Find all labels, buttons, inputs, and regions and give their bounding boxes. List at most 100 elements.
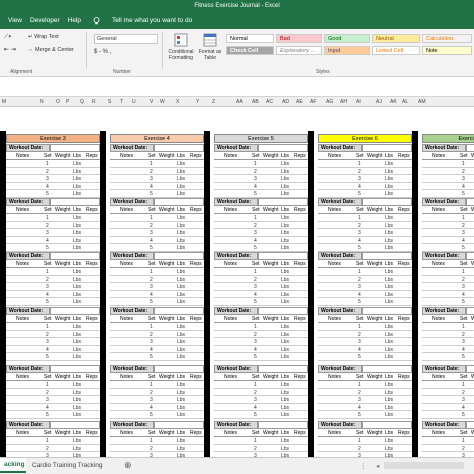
column-header[interactable]: AE bbox=[296, 99, 303, 105]
set-row[interactable]: 3Lbs bbox=[110, 175, 204, 183]
set-row[interactable]: 4Lbs bbox=[422, 404, 474, 411]
set-row[interactable]: 4Lbs bbox=[110, 237, 204, 244]
exercise-header[interactable]: Exercise 5 bbox=[214, 134, 308, 143]
set-row[interactable]: 1Lbs bbox=[214, 323, 308, 331]
workout-date-input[interactable] bbox=[258, 144, 308, 152]
set-row[interactable]: 5Lbs bbox=[422, 244, 474, 252]
set-row[interactable]: 2Lbs bbox=[422, 276, 474, 283]
column-header[interactable]: Z bbox=[212, 99, 215, 105]
set-row[interactable]: 2Lbs bbox=[110, 222, 204, 229]
tab-help[interactable]: Help bbox=[68, 17, 81, 24]
sheet-tab-active[interactable]: acking bbox=[0, 458, 26, 473]
set-row[interactable]: 4Lbs bbox=[318, 183, 412, 190]
set-row[interactable]: 4Lbs bbox=[318, 404, 412, 411]
set-row[interactable]: 2Lbs bbox=[214, 276, 308, 283]
exercise-header[interactable]: Exercise 4 bbox=[110, 134, 204, 143]
set-row[interactable]: 2Lbs bbox=[422, 331, 474, 338]
number-format-dropdown[interactable]: General bbox=[94, 34, 158, 44]
workout-date-input[interactable] bbox=[362, 307, 412, 315]
set-row[interactable]: 3Lbs bbox=[422, 396, 474, 404]
column-header[interactable]: AH bbox=[340, 99, 347, 105]
set-row[interactable]: 1Lbs bbox=[422, 437, 474, 445]
set-row[interactable]: 1Lbs bbox=[214, 268, 308, 276]
set-row[interactable]: 1Lbs bbox=[6, 437, 100, 445]
set-row[interactable]: 3Lbs bbox=[422, 283, 474, 291]
column-header[interactable]: X bbox=[176, 99, 179, 105]
set-row[interactable]: 1Lbs bbox=[6, 214, 100, 222]
set-row[interactable]: 1Lbs bbox=[110, 214, 204, 222]
set-row[interactable]: 1Lbs bbox=[318, 160, 412, 168]
workout-date-input[interactable] bbox=[154, 307, 204, 315]
exercise-header[interactable]: Exercise 3 bbox=[6, 134, 100, 143]
tab-developer[interactable]: Developer bbox=[30, 17, 60, 24]
set-row[interactable]: 4Lbs bbox=[318, 291, 412, 298]
column-header[interactable]: Y bbox=[196, 99, 199, 105]
set-row[interactable]: 3Lbs bbox=[422, 175, 474, 183]
column-header[interactable]: AG bbox=[326, 99, 333, 105]
conditional-formatting-button[interactable]: Conditional Formatting bbox=[166, 33, 196, 67]
merge-center-button[interactable]: ⇔ Merge & Center bbox=[28, 47, 74, 53]
workout-date-input[interactable] bbox=[466, 307, 474, 315]
set-row[interactable]: 2Lbs bbox=[110, 331, 204, 338]
set-row[interactable]: 4Lbs bbox=[422, 291, 474, 298]
set-row[interactable]: 5Lbs bbox=[318, 353, 412, 361]
set-row[interactable]: 5Lbs bbox=[422, 353, 474, 361]
sheet-tab-cardio[interactable]: Cardio Training Tracking bbox=[28, 458, 118, 473]
workout-date-input[interactable] bbox=[258, 252, 308, 260]
set-row[interactable]: 2Lbs bbox=[422, 389, 474, 396]
set-row[interactable]: 2Lbs bbox=[214, 168, 308, 175]
set-row[interactable]: 5Lbs bbox=[6, 298, 100, 306]
column-header[interactable]: AD bbox=[282, 99, 289, 105]
set-row[interactable]: 5Lbs bbox=[6, 244, 100, 252]
set-row[interactable]: 5Lbs bbox=[110, 190, 204, 198]
style-note[interactable]: Note bbox=[422, 46, 472, 55]
set-row[interactable]: 4Lbs bbox=[422, 183, 474, 190]
set-row[interactable]: 5Lbs bbox=[318, 190, 412, 198]
workout-date-input[interactable] bbox=[362, 421, 412, 429]
workout-date-input[interactable] bbox=[50, 144, 100, 152]
set-row[interactable]: 2Lbs bbox=[318, 222, 412, 229]
set-row[interactable]: 1Lbs bbox=[318, 268, 412, 276]
set-row[interactable]: 4Lbs bbox=[110, 346, 204, 353]
column-header[interactable]: AF bbox=[310, 99, 316, 105]
column-header[interactable]: AJ bbox=[376, 99, 382, 105]
style-linked-cell[interactable]: Linked Cell bbox=[372, 46, 420, 55]
set-row[interactable]: 1Lbs bbox=[110, 160, 204, 168]
set-row[interactable]: 2Lbs bbox=[6, 222, 100, 229]
set-row[interactable]: 2Lbs bbox=[6, 445, 100, 452]
set-row[interactable]: 3Lbs bbox=[110, 283, 204, 291]
set-row[interactable]: 2Lbs bbox=[318, 389, 412, 396]
set-row[interactable]: 3Lbs bbox=[422, 338, 474, 346]
set-row[interactable]: 5Lbs bbox=[110, 244, 204, 252]
set-row[interactable]: 5Lbs bbox=[214, 353, 308, 361]
set-row[interactable]: 2Lbs bbox=[318, 276, 412, 283]
workout-date-input[interactable] bbox=[50, 198, 100, 206]
set-row[interactable]: 4Lbs bbox=[110, 291, 204, 298]
set-row[interactable]: 4Lbs bbox=[318, 237, 412, 244]
workout-date-input[interactable] bbox=[50, 365, 100, 373]
column-header[interactable]: M bbox=[2, 99, 6, 105]
set-row[interactable]: 1Lbs bbox=[318, 323, 412, 331]
style-normal[interactable]: Normal bbox=[226, 34, 274, 43]
set-row[interactable]: 2Lbs bbox=[318, 331, 412, 338]
set-row[interactable]: 2Lbs bbox=[214, 331, 308, 338]
set-row[interactable]: 1Lbs bbox=[422, 323, 474, 331]
workout-date-input[interactable] bbox=[362, 365, 412, 373]
orientation-icon[interactable]: ⟋▾ bbox=[4, 34, 11, 41]
set-row[interactable]: 3Lbs bbox=[318, 229, 412, 237]
set-row[interactable]: 1Lbs bbox=[110, 437, 204, 445]
set-row[interactable]: 1Lbs bbox=[110, 381, 204, 389]
set-row[interactable]: 5Lbs bbox=[318, 244, 412, 252]
scroll-left-icon[interactable]: ◂ bbox=[372, 458, 382, 473]
column-header[interactable]: AI bbox=[356, 99, 361, 105]
set-row[interactable]: 3Lbs bbox=[110, 396, 204, 404]
worksheet-grid[interactable]: Exercise 3 Workout Date: Notes Set Weight Lbs… bbox=[0, 107, 474, 474]
set-row[interactable]: 2Lbs bbox=[110, 168, 204, 175]
workout-date-input[interactable] bbox=[466, 421, 474, 429]
set-row[interactable]: 5Lbs bbox=[110, 411, 204, 419]
set-row[interactable]: 4Lbs bbox=[214, 183, 308, 190]
set-row[interactable]: 2Lbs bbox=[318, 168, 412, 175]
set-row[interactable]: 3Lbs bbox=[214, 396, 308, 404]
workout-date-input[interactable] bbox=[362, 198, 412, 206]
number-format-buttons[interactable]: $ - % , bbox=[94, 49, 111, 55]
